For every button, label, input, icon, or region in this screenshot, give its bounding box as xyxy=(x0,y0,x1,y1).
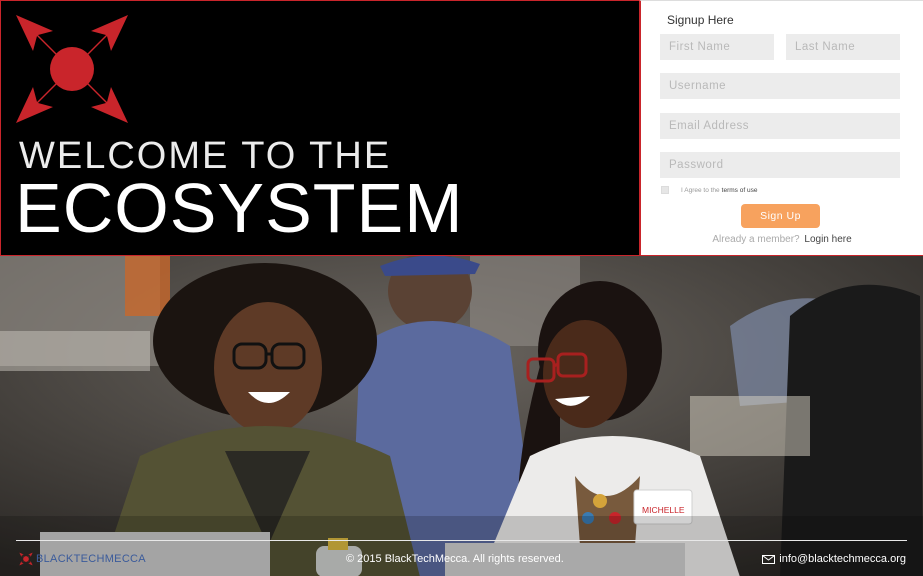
terms-row: I Agree to the terms of use xyxy=(661,186,757,194)
signup-title: Signup Here xyxy=(667,13,734,27)
footer-email-link[interactable]: info@blacktechmecca.org xyxy=(762,553,906,565)
member-text: Already a member? xyxy=(712,234,800,245)
signup-panel: Signup Here I Agree to the terms of use … xyxy=(639,0,923,255)
logo-icon[interactable] xyxy=(13,11,131,127)
mail-icon xyxy=(762,554,776,564)
hero-banner: WELCOME TO THE ECOSYSTEM xyxy=(0,0,639,255)
last-name-field[interactable] xyxy=(786,34,900,60)
login-prompt: Already a member? Login here xyxy=(641,234,923,245)
copyright-text: © 2015 BlackTechMecca. All rights reserv… xyxy=(346,553,564,565)
footer-email-text: info@blacktechmecca.org xyxy=(779,553,906,565)
hero-headline: ECOSYSTEM xyxy=(15,169,464,247)
username-field[interactable] xyxy=(660,73,900,99)
name-badge-text: MICHELLE xyxy=(642,505,685,515)
login-link[interactable]: Login here xyxy=(804,234,851,245)
email-field[interactable] xyxy=(660,113,900,139)
footer-brand[interactable]: BLACKTECHMECCA xyxy=(19,552,146,566)
first-name-field[interactable] xyxy=(660,34,774,60)
sign-up-button[interactable]: Sign Up xyxy=(741,204,820,228)
password-field[interactable] xyxy=(660,152,900,178)
footer-brand-name: BLACKTECHMECCA xyxy=(36,553,146,565)
terms-label: I Agree to the xyxy=(681,186,720,194)
terms-checkbox[interactable] xyxy=(661,186,669,194)
hero-photo: MICHELLE xyxy=(0,255,923,576)
people-photo-illustration: MICHELLE xyxy=(0,256,923,576)
footer-logo-icon xyxy=(19,552,33,566)
footer-divider xyxy=(16,540,907,541)
terms-link[interactable]: terms of use xyxy=(722,187,758,194)
